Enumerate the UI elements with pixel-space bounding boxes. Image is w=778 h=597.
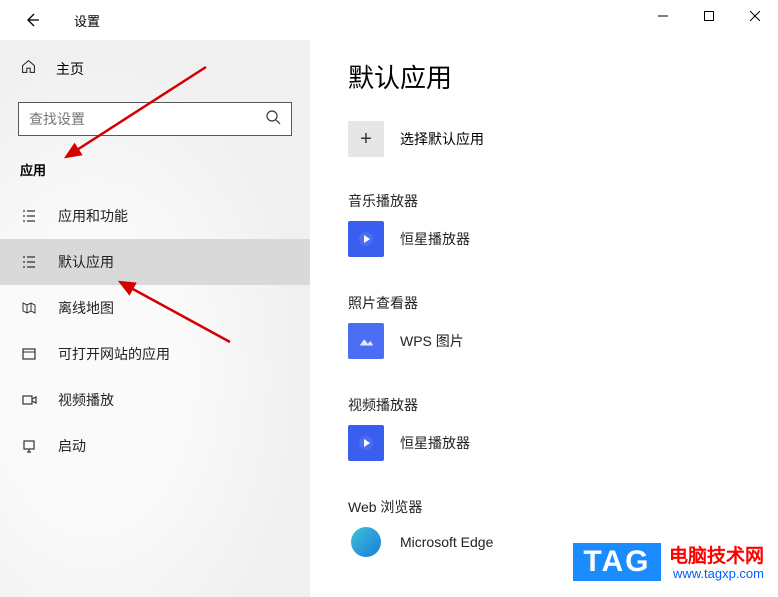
back-button[interactable] <box>18 6 46 34</box>
photo-icon <box>348 323 384 359</box>
sidebar: 主页 应用 应用和功能 默认应用 离线地图 可打开网 <box>0 40 310 597</box>
nav-label: 可打开网站的应用 <box>58 344 170 364</box>
home-link[interactable]: 主页 <box>0 50 310 88</box>
photo-viewer-app[interactable]: WPS 图片 <box>348 323 778 359</box>
nav-apps-features[interactable]: 应用和功能 <box>0 193 310 239</box>
section-video: 视频播放器 <box>348 395 778 415</box>
app-name: 恒星播放器 <box>400 433 470 453</box>
search-input[interactable] <box>29 111 265 127</box>
video-player-app[interactable]: 恒星播放器 <box>348 425 778 461</box>
home-label: 主页 <box>56 59 84 79</box>
section-browser: Web 浏览器 <box>348 497 778 517</box>
nav-startup[interactable]: 启动 <box>0 423 310 469</box>
app-name: Microsoft Edge <box>400 534 493 550</box>
app-name: 恒星播放器 <box>400 229 470 249</box>
nav-label: 视频播放 <box>58 390 114 410</box>
close-button[interactable] <box>732 0 778 32</box>
nav-apps-for-websites[interactable]: 可打开网站的应用 <box>0 331 310 377</box>
list-icon <box>20 208 38 224</box>
choose-default-app[interactable]: + 选择默认应用 <box>348 121 778 157</box>
play-icon <box>348 221 384 257</box>
nav-label: 默认应用 <box>58 252 114 272</box>
section-music: 音乐播放器 <box>348 191 778 211</box>
home-icon <box>20 58 38 80</box>
map-icon <box>20 300 38 316</box>
maximize-button[interactable] <box>686 0 732 32</box>
nav-label: 离线地图 <box>58 298 114 318</box>
minimize-button[interactable] <box>640 0 686 32</box>
tag-box: TAG <box>573 543 660 581</box>
edge-icon <box>351 527 381 557</box>
video-icon <box>20 392 38 408</box>
play-icon <box>348 425 384 461</box>
music-player-app[interactable]: 恒星播放器 <box>348 221 778 257</box>
page-title: 默认应用 <box>348 58 778 95</box>
startup-icon <box>20 438 38 454</box>
category-label: 应用 <box>0 136 310 193</box>
tag-url: www.tagxp.com <box>669 566 764 581</box>
tag-text: 电脑技术网 <box>669 541 764 568</box>
section-photos: 照片查看器 <box>348 293 778 313</box>
nav-list: 应用和功能 默认应用 离线地图 可打开网站的应用 视频播放 启动 <box>0 193 310 469</box>
website-icon <box>20 346 38 362</box>
search-input-container[interactable] <box>18 102 292 136</box>
search-icon <box>265 109 281 130</box>
plus-icon: + <box>348 121 384 157</box>
nav-label: 启动 <box>58 436 86 456</box>
window-title: 设置 <box>74 11 100 30</box>
choose-label: 选择默认应用 <box>400 129 484 149</box>
main-content: 默认应用 + 选择默认应用 音乐播放器 恒星播放器 照片查看器 WPS 图片 视… <box>310 40 778 597</box>
app-name: WPS 图片 <box>400 331 464 351</box>
nav-offline-maps[interactable]: 离线地图 <box>0 285 310 331</box>
watermark-badge: TAG 电脑技术网 www.tagxp.com <box>573 541 764 581</box>
nav-video-playback[interactable]: 视频播放 <box>0 377 310 423</box>
defaults-icon <box>20 254 38 270</box>
nav-default-apps[interactable]: 默认应用 <box>0 239 310 285</box>
nav-label: 应用和功能 <box>58 206 128 226</box>
